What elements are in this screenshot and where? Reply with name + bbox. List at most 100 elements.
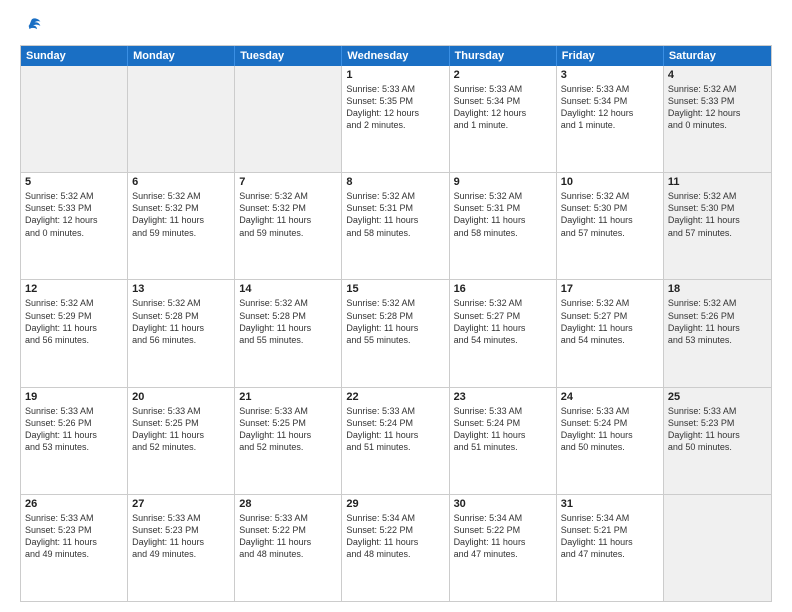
cell-text: Sunrise: 5:33 AM <box>561 83 659 95</box>
cell-text: and 47 minutes. <box>454 548 552 560</box>
day-number: 9 <box>454 176 552 188</box>
cell-text: Sunrise: 5:32 AM <box>132 297 230 309</box>
cell-text: Daylight: 11 hours <box>239 322 337 334</box>
cell-text: and 49 minutes. <box>132 548 230 560</box>
cell-text: Sunset: 5:31 PM <box>346 202 444 214</box>
cell-text: Sunrise: 5:33 AM <box>454 83 552 95</box>
cell-text: Daylight: 11 hours <box>132 214 230 226</box>
cell-text: Daylight: 11 hours <box>239 536 337 548</box>
cell-text: Daylight: 11 hours <box>346 322 444 334</box>
cell-text: and 48 minutes. <box>346 548 444 560</box>
day-number: 31 <box>561 498 659 510</box>
cell-text: Daylight: 11 hours <box>132 536 230 548</box>
day-number: 27 <box>132 498 230 510</box>
header-day-sunday: Sunday <box>21 46 128 66</box>
calendar-day-1: 1Sunrise: 5:33 AMSunset: 5:35 PMDaylight… <box>342 66 449 172</box>
cell-text: and 47 minutes. <box>561 548 659 560</box>
day-number: 3 <box>561 69 659 81</box>
day-number: 5 <box>25 176 123 188</box>
cell-text: Sunrise: 5:34 AM <box>346 512 444 524</box>
cell-text: Sunset: 5:28 PM <box>346 310 444 322</box>
day-number: 16 <box>454 283 552 295</box>
calendar-day-20: 20Sunrise: 5:33 AMSunset: 5:25 PMDayligh… <box>128 388 235 494</box>
cell-text: Sunset: 5:30 PM <box>668 202 767 214</box>
cell-text: and 54 minutes. <box>454 334 552 346</box>
calendar-day-9: 9Sunrise: 5:32 AMSunset: 5:31 PMDaylight… <box>450 173 557 279</box>
cell-text: Sunrise: 5:32 AM <box>25 190 123 202</box>
cell-text: and 52 minutes. <box>132 441 230 453</box>
cell-text: Daylight: 11 hours <box>668 429 767 441</box>
cell-text: Sunset: 5:28 PM <box>239 310 337 322</box>
day-number: 14 <box>239 283 337 295</box>
cell-text: Daylight: 12 hours <box>25 214 123 226</box>
calendar-day-7: 7Sunrise: 5:32 AMSunset: 5:32 PMDaylight… <box>235 173 342 279</box>
calendar-empty-cell <box>128 66 235 172</box>
day-number: 22 <box>346 391 444 403</box>
cell-text: Sunset: 5:25 PM <box>132 417 230 429</box>
cell-text: Daylight: 11 hours <box>132 322 230 334</box>
calendar-week-2: 5Sunrise: 5:32 AMSunset: 5:33 PMDaylight… <box>21 173 771 280</box>
calendar-day-4: 4Sunrise: 5:32 AMSunset: 5:33 PMDaylight… <box>664 66 771 172</box>
calendar-day-2: 2Sunrise: 5:33 AMSunset: 5:34 PMDaylight… <box>450 66 557 172</box>
cell-text: Sunset: 5:32 PM <box>239 202 337 214</box>
day-number: 2 <box>454 69 552 81</box>
cell-text: Daylight: 12 hours <box>561 107 659 119</box>
calendar-empty-cell <box>664 495 771 601</box>
calendar-day-27: 27Sunrise: 5:33 AMSunset: 5:23 PMDayligh… <box>128 495 235 601</box>
cell-text: Sunrise: 5:32 AM <box>346 297 444 309</box>
day-number: 11 <box>668 176 767 188</box>
cell-text: and 57 minutes. <box>561 227 659 239</box>
cell-text: Sunrise: 5:33 AM <box>239 512 337 524</box>
day-number: 29 <box>346 498 444 510</box>
calendar-day-30: 30Sunrise: 5:34 AMSunset: 5:22 PMDayligh… <box>450 495 557 601</box>
calendar-day-15: 15Sunrise: 5:32 AMSunset: 5:28 PMDayligh… <box>342 280 449 386</box>
day-number: 10 <box>561 176 659 188</box>
cell-text: Sunrise: 5:32 AM <box>132 190 230 202</box>
cell-text: and 50 minutes. <box>668 441 767 453</box>
cell-text: Daylight: 11 hours <box>454 536 552 548</box>
cell-text: Sunset: 5:24 PM <box>454 417 552 429</box>
calendar-day-14: 14 Sunrise: 5:32 AMSunset: 5:28 PMDayligh… <box>235 280 342 386</box>
cell-text: Sunset: 5:27 PM <box>454 310 552 322</box>
header-day-friday: Friday <box>557 46 664 66</box>
cell-text: and 58 minutes. <box>454 227 552 239</box>
calendar-day-10: 10Sunrise: 5:32 AMSunset: 5:30 PMDayligh… <box>557 173 664 279</box>
cell-text: Sunrise: 5:32 AM <box>561 190 659 202</box>
day-number: 12 <box>25 283 123 295</box>
cell-text: Daylight: 11 hours <box>454 322 552 334</box>
day-number: 24 <box>561 391 659 403</box>
header-day-thursday: Thursday <box>450 46 557 66</box>
cell-text: Sunrise: 5:32 AM <box>668 297 767 309</box>
calendar-day-24: 24Sunrise: 5:33 AMSunset: 5:24 PMDayligh… <box>557 388 664 494</box>
cell-text: and 1 minute. <box>561 119 659 131</box>
cell-text: Sunset: 5:24 PM <box>561 417 659 429</box>
cell-text: Sunrise: 5:34 AM <box>454 512 552 524</box>
cell-text: and 53 minutes. <box>25 441 123 453</box>
cell-text: and 0 minutes. <box>25 227 123 239</box>
calendar-header: SundayMondayTuesdayWednesdayThursdayFrid… <box>21 46 771 66</box>
cell-text: and 55 minutes. <box>346 334 444 346</box>
calendar-day-28: 28Sunrise: 5:33 AMSunset: 5:22 PMDayligh… <box>235 495 342 601</box>
calendar-day-29: 29Sunrise: 5:34 AMSunset: 5:22 PMDayligh… <box>342 495 449 601</box>
cell-text: and 2 minutes. <box>346 119 444 131</box>
header-day-saturday: Saturday <box>664 46 771 66</box>
calendar-day-22: 22Sunrise: 5:33 AMSunset: 5:24 PMDayligh… <box>342 388 449 494</box>
calendar-empty-cell <box>21 66 128 172</box>
cell-text: Daylight: 11 hours <box>668 214 767 226</box>
day-number: 6 <box>132 176 230 188</box>
calendar-day-17: 17Sunrise: 5:32 AMSunset: 5:27 PMDayligh… <box>557 280 664 386</box>
logo <box>20 15 42 35</box>
cell-text: Daylight: 11 hours <box>25 429 123 441</box>
cell-text: Sunrise: 5:32 AM <box>239 297 337 309</box>
cell-text: and 58 minutes. <box>346 227 444 239</box>
calendar-day-8: 8Sunrise: 5:32 AMSunset: 5:31 PMDaylight… <box>342 173 449 279</box>
cell-text: Daylight: 11 hours <box>668 322 767 334</box>
cell-text: and 51 minutes. <box>454 441 552 453</box>
cell-text: Sunset: 5:26 PM <box>25 417 123 429</box>
day-number: 30 <box>454 498 552 510</box>
cell-text: Sunrise: 5:33 AM <box>132 512 230 524</box>
cell-text: Sunrise: 5:33 AM <box>454 405 552 417</box>
cell-text: Sunset: 5:32 PM <box>132 202 230 214</box>
cell-text: Sunset: 5:21 PM <box>561 524 659 536</box>
day-number: 20 <box>132 391 230 403</box>
